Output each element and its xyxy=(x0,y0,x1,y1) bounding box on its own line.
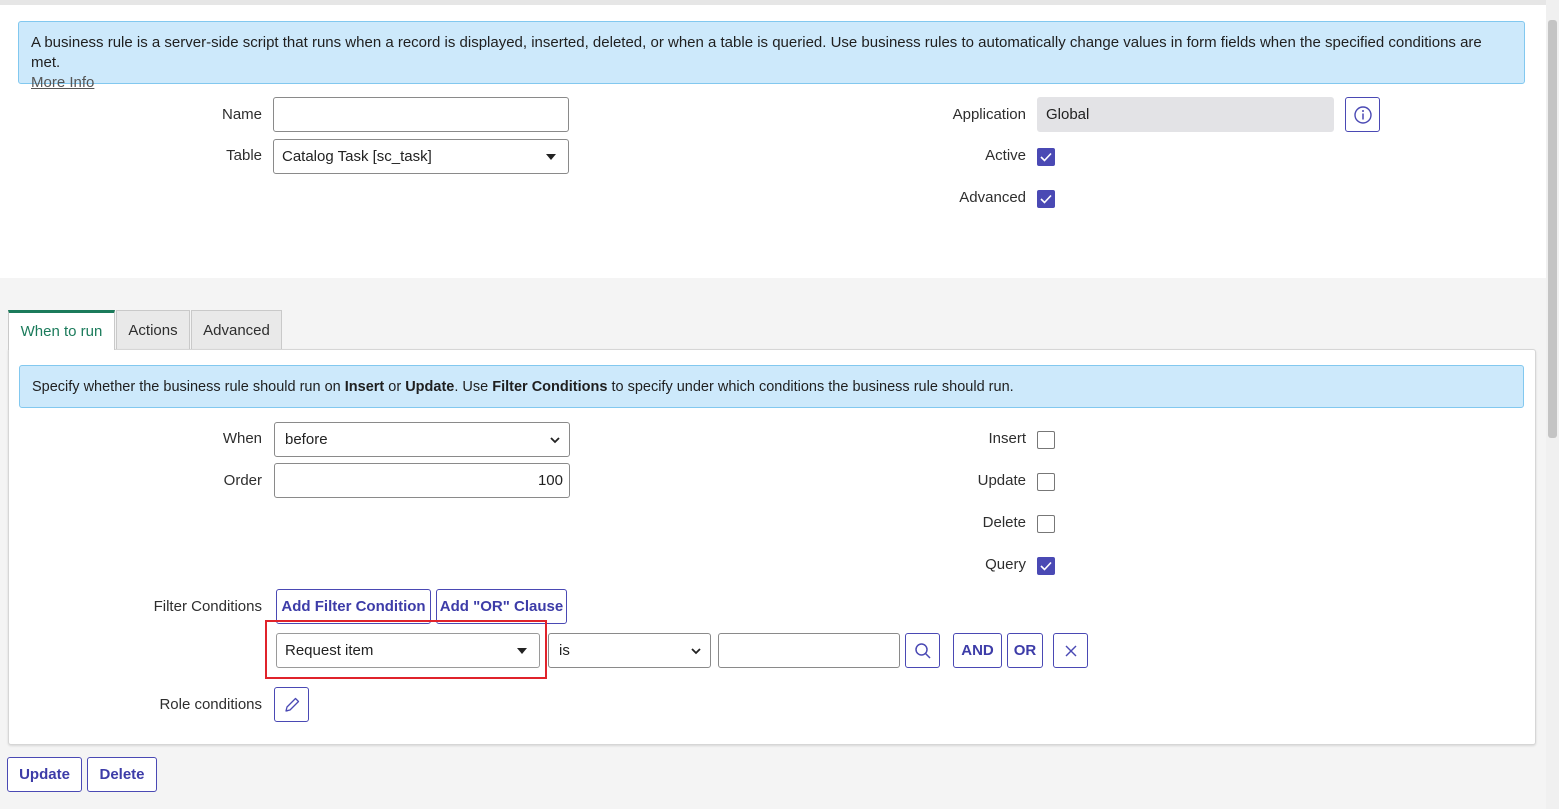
tab-info-banner: Specify whether the business rule should… xyxy=(19,365,1524,408)
tab-advanced[interactable]: Advanced xyxy=(191,310,282,349)
condition-field-select[interactable]: Request item xyxy=(276,633,540,668)
info-icon xyxy=(1353,105,1372,124)
advanced-checkbox[interactable] xyxy=(1037,190,1055,208)
table-label: Table xyxy=(226,147,262,164)
filter-conditions-label: Filter Conditions xyxy=(153,598,262,615)
when-select[interactable]: before xyxy=(274,422,570,457)
role-conditions-label: Role conditions xyxy=(159,696,262,713)
add-filter-condition-button[interactable]: Add Filter Condition xyxy=(276,589,431,624)
application-field: Global xyxy=(1037,97,1334,132)
when-label: When xyxy=(222,430,262,447)
more-info-link[interactable]: More Info xyxy=(31,74,94,91)
condition-operator-value: is xyxy=(559,642,570,659)
checkmark-icon xyxy=(1040,194,1052,204)
delete-label: Delete xyxy=(982,514,1026,531)
tab-panel xyxy=(8,349,1536,745)
delete-checkbox[interactable] xyxy=(1037,515,1055,533)
query-checkbox[interactable] xyxy=(1037,557,1055,575)
edit-role-conditions-button[interactable] xyxy=(274,687,309,722)
info-banner: A business rule is a server-side script … xyxy=(18,21,1525,91)
update-label: Update xyxy=(977,472,1026,489)
dropdown-arrow-icon xyxy=(546,154,556,160)
chevron-down-icon xyxy=(691,648,701,655)
chevron-down-icon xyxy=(550,437,560,444)
insert-label: Insert xyxy=(988,430,1026,447)
delete-button[interactable]: Delete xyxy=(87,757,157,792)
or-button[interactable]: OR xyxy=(1007,633,1043,668)
application-label: Application xyxy=(952,106,1026,123)
active-label: Active xyxy=(985,147,1026,164)
tab-info-text: Specify whether the business rule should… xyxy=(32,379,345,395)
close-icon xyxy=(1065,645,1076,656)
and-button[interactable]: AND xyxy=(953,633,1002,668)
update-button[interactable]: Update xyxy=(7,757,82,792)
condition-operator-select[interactable]: is xyxy=(548,633,711,668)
tab-info-insert: Insert xyxy=(344,379,385,395)
table-select-value: Catalog Task [sc_task] xyxy=(282,148,432,165)
lookup-button[interactable] xyxy=(905,633,940,668)
order-input[interactable]: 100 xyxy=(274,463,570,498)
order-label: Order xyxy=(223,472,262,489)
dropdown-arrow-icon xyxy=(517,648,527,654)
search-icon xyxy=(914,642,931,659)
condition-field-value: Request item xyxy=(285,642,374,659)
insert-checkbox[interactable] xyxy=(1037,431,1055,449)
tab-info-text: . Use xyxy=(454,379,493,395)
tab-info-text: to specify under which conditions the bu… xyxy=(607,379,1014,395)
name-label: Name xyxy=(221,106,262,123)
tab-info-text: or xyxy=(384,379,406,395)
info-button[interactable] xyxy=(1345,97,1380,132)
update-checkbox[interactable] xyxy=(1037,473,1055,491)
query-label: Query xyxy=(985,556,1026,573)
scrollbar-thumb[interactable] xyxy=(1548,20,1557,438)
checkmark-icon xyxy=(1040,152,1052,162)
table-select[interactable]: Catalog Task [sc_task] xyxy=(273,139,569,174)
tab-info-update: Update xyxy=(405,379,455,395)
tab-actions[interactable]: Actions xyxy=(116,310,190,349)
advanced-label: Advanced xyxy=(959,189,1026,206)
when-select-value: before xyxy=(285,431,328,448)
add-or-clause-button[interactable]: Add "OR" Clause xyxy=(436,589,567,624)
condition-value-input[interactable] xyxy=(718,633,900,668)
active-checkbox[interactable] xyxy=(1037,148,1055,166)
tab-info-filter: Filter Conditions xyxy=(492,379,608,395)
remove-condition-button[interactable] xyxy=(1053,633,1088,668)
pencil-icon xyxy=(284,697,299,712)
tab-when-to-run[interactable]: When to run xyxy=(8,310,115,350)
info-banner-text: A business rule is a server-side script … xyxy=(31,34,1482,71)
checkmark-icon xyxy=(1040,561,1052,571)
name-input[interactable] xyxy=(273,97,569,132)
